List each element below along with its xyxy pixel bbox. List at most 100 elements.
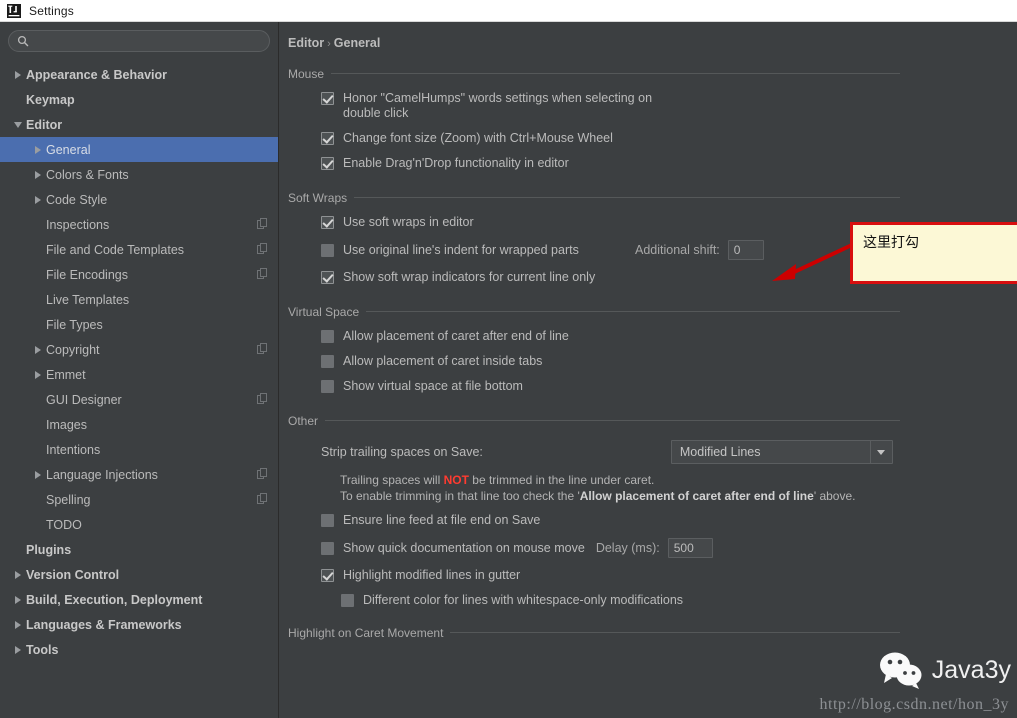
checkbox-ensure-line-feed[interactable] bbox=[321, 514, 334, 527]
strip-trailing-spaces-label: Strip trailing spaces on Save: bbox=[321, 445, 483, 459]
copy-settings-icon[interactable] bbox=[257, 242, 268, 257]
sidebar-item-todo[interactable]: TODO bbox=[0, 512, 278, 537]
option-ensure-line-feed[interactable]: Ensure line feed at file end on Save bbox=[288, 513, 1017, 528]
chevron-right-icon[interactable] bbox=[10, 570, 26, 579]
chevron-right-icon[interactable] bbox=[10, 595, 26, 604]
watermark: Java3y bbox=[878, 650, 1011, 690]
sidebar-item-gui-designer[interactable]: GUI Designer bbox=[0, 387, 278, 412]
sidebar-item-version-control[interactable]: Version Control bbox=[0, 562, 278, 587]
chevron-down-icon[interactable] bbox=[10, 121, 26, 128]
checkbox-change-font-size-zoom[interactable] bbox=[321, 132, 334, 145]
checkbox-enable-drag-n-drop[interactable] bbox=[321, 157, 334, 170]
sidebar-item-languages-frameworks[interactable]: Languages & Frameworks bbox=[0, 612, 278, 637]
watermark-url: http://blog.csdn.net/hon_3y bbox=[819, 696, 1009, 713]
option-label: Honor "CamelHumps" words settings when s… bbox=[343, 91, 653, 120]
copy-settings-icon[interactable] bbox=[257, 342, 268, 357]
sidebar-item-live-templates[interactable]: Live Templates bbox=[0, 287, 278, 312]
sidebar-item-label: Copyright bbox=[46, 342, 100, 357]
sidebar-item-emmet[interactable]: Emmet bbox=[0, 362, 278, 387]
section-other: Other Strip trailing spaces on Save: Mod… bbox=[279, 413, 1017, 608]
chevron-right-icon[interactable] bbox=[30, 345, 46, 354]
sidebar-item-file-and-code-templates[interactable]: File and Code Templates bbox=[0, 237, 278, 262]
sidebar-item-label: TODO bbox=[46, 517, 82, 532]
wechat-icon bbox=[879, 652, 922, 689]
option-caret-inside-tabs[interactable]: Allow placement of caret inside tabs bbox=[288, 354, 1017, 369]
search-box[interactable] bbox=[8, 30, 270, 52]
checkbox-show-soft-wrap-indicators[interactable] bbox=[321, 271, 334, 284]
checkbox-quick-documentation[interactable] bbox=[321, 542, 334, 555]
checkbox-virtual-space-file-bottom[interactable] bbox=[321, 380, 334, 393]
sidebar-item-code-style[interactable]: Code Style bbox=[0, 187, 278, 212]
option-different-color-whitespace[interactable]: Different color for lines with whitespac… bbox=[288, 593, 1017, 608]
sidebar-item-images[interactable]: Images bbox=[0, 412, 278, 437]
sidebar-item-tools[interactable]: Tools bbox=[0, 637, 278, 662]
option-caret-after-end-of-line[interactable]: Allow placement of caret after end of li… bbox=[288, 329, 1017, 344]
strip-trailing-spaces-dropdown[interactable]: Modified Lines bbox=[670, 440, 893, 464]
sidebar-item-intentions[interactable]: Intentions bbox=[0, 437, 278, 462]
chevron-right-icon[interactable] bbox=[30, 470, 46, 479]
section-title-virtual-space: Virtual Space bbox=[288, 304, 360, 319]
checkbox-honor-camelhumps[interactable] bbox=[321, 92, 334, 105]
search-area bbox=[0, 22, 278, 56]
sidebar-item-file-types[interactable]: File Types bbox=[0, 312, 278, 337]
intellij-idea-icon bbox=[7, 3, 21, 18]
chevron-right-icon[interactable] bbox=[30, 145, 46, 154]
breadcrumb-parent[interactable]: Editor bbox=[288, 36, 324, 50]
option-honor-camelhumps[interactable]: Honor "CamelHumps" words settings when s… bbox=[288, 91, 1017, 121]
copy-settings-icon[interactable] bbox=[257, 217, 268, 232]
sidebar-item-spelling[interactable]: Spelling bbox=[0, 487, 278, 512]
sidebar-item-plugins[interactable]: Plugins bbox=[0, 537, 278, 562]
sidebar-item-keymap[interactable]: Keymap bbox=[0, 87, 278, 112]
checkbox-highlight-modified-lines[interactable] bbox=[321, 569, 334, 582]
checkbox-use-soft-wraps[interactable] bbox=[321, 216, 334, 229]
note-text: be trimmed in the line under caret. bbox=[468, 473, 655, 487]
sidebar-item-label: Plugins bbox=[26, 542, 72, 557]
additional-shift-input[interactable] bbox=[727, 240, 764, 260]
sidebar-item-general[interactable]: General bbox=[0, 137, 278, 162]
sidebar-item-label: Images bbox=[46, 417, 87, 432]
settings-content-pane: Editor › General Mouse Honor "CamelHumps" … bbox=[279, 22, 1017, 718]
option-label: Show virtual space at file bottom bbox=[343, 379, 523, 393]
delay-input[interactable] bbox=[667, 538, 713, 558]
sidebar-item-label: Code Style bbox=[46, 192, 108, 207]
chevron-right-icon[interactable] bbox=[10, 620, 26, 629]
sidebar-item-label: Intentions bbox=[46, 442, 101, 457]
chevron-right-icon[interactable] bbox=[30, 170, 46, 179]
option-change-font-size-zoom[interactable]: Change font size (Zoom) with Ctrl+Mouse … bbox=[288, 131, 1017, 146]
copy-settings-icon[interactable] bbox=[257, 392, 268, 407]
chevron-down-icon[interactable] bbox=[869, 441, 892, 463]
copy-settings-icon[interactable] bbox=[257, 492, 268, 507]
sidebar-item-appearance-behavior[interactable]: Appearance & Behavior bbox=[0, 62, 278, 87]
checkbox-different-color-whitespace[interactable] bbox=[341, 594, 354, 607]
sidebar-item-build-execution-deployment[interactable]: Build, Execution, Deployment bbox=[0, 587, 278, 612]
note-option-emphasis: Allow placement of caret after end of li… bbox=[579, 489, 814, 503]
sidebar-item-language-injections[interactable]: Language Injections bbox=[0, 462, 278, 487]
chevron-right-icon[interactable] bbox=[10, 70, 26, 79]
section-virtual-space: Virtual Space Allow placement of caret a… bbox=[279, 304, 1017, 394]
option-highlight-modified-lines[interactable]: Highlight modified lines in gutter bbox=[288, 568, 1017, 583]
breadcrumb-current: General bbox=[333, 36, 381, 50]
checkbox-caret-inside-tabs[interactable] bbox=[321, 355, 334, 368]
section-highlight-caret-movement: Highlight on Caret Movement bbox=[279, 625, 1017, 640]
search-input[interactable] bbox=[34, 34, 261, 48]
option-enable-drag-n-drop[interactable]: Enable Drag'n'Drop functionality in edit… bbox=[288, 156, 1017, 171]
option-label: Ensure line feed at file end on Save bbox=[343, 513, 541, 527]
sidebar-item-copyright[interactable]: Copyright bbox=[0, 337, 278, 362]
checkbox-use-original-indent[interactable] bbox=[321, 244, 334, 257]
copy-settings-icon[interactable] bbox=[257, 467, 268, 482]
option-virtual-space-file-bottom[interactable]: Show virtual space at file bottom bbox=[288, 379, 1017, 394]
checkbox-caret-after-end-of-line[interactable] bbox=[321, 330, 334, 343]
section-rule bbox=[325, 420, 900, 421]
section-header-highlight-caret: Highlight on Caret Movement bbox=[288, 625, 1017, 640]
chevron-right-icon[interactable] bbox=[30, 195, 46, 204]
chevron-right-icon[interactable] bbox=[30, 370, 46, 379]
sidebar-item-colors-fonts[interactable]: Colors & Fonts bbox=[0, 162, 278, 187]
sidebar-item-file-encodings[interactable]: File Encodings bbox=[0, 262, 278, 287]
dropdown-value: Modified Lines bbox=[679, 445, 761, 459]
sidebar-item-inspections[interactable]: Inspections bbox=[0, 212, 278, 237]
settings-tree: Appearance & Behavior Keymap Editor General… bbox=[0, 62, 278, 662]
note-not-emphasis: NOT bbox=[443, 473, 469, 487]
chevron-right-icon[interactable] bbox=[10, 645, 26, 654]
copy-settings-icon[interactable] bbox=[257, 267, 268, 282]
sidebar-item-editor[interactable]: Editor bbox=[0, 112, 278, 137]
